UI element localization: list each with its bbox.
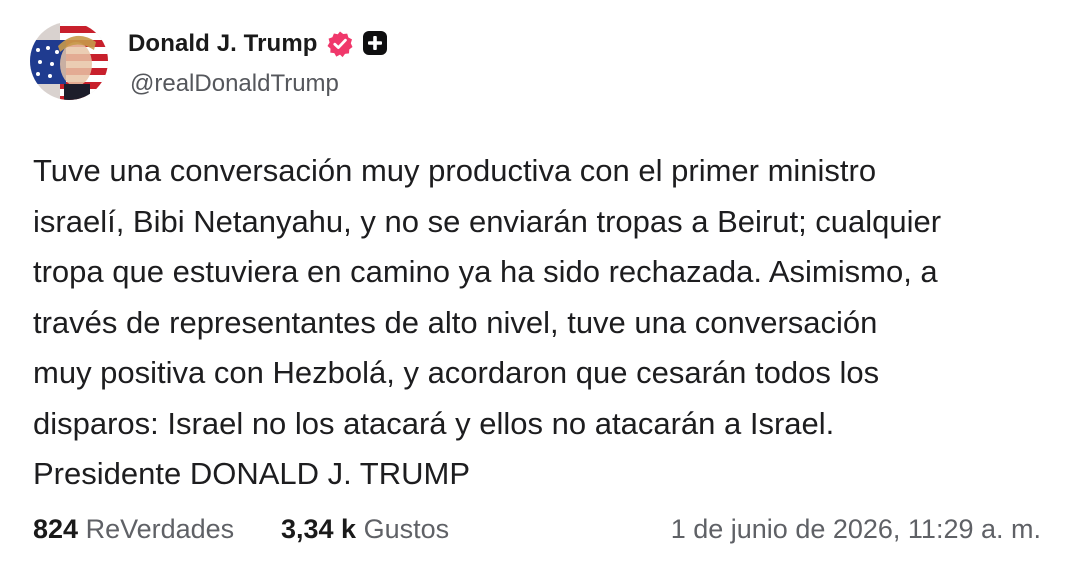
post-footer: 824 ReVerdades 3,34 k Gustos 1 de junio …: [33, 514, 1041, 554]
plus-badge-icon: [362, 30, 390, 58]
post-text: Tuve una conversación muy productiva con…: [33, 153, 942, 491]
verified-badge-icon: [326, 30, 354, 58]
post-header: Donald J. Trump @realDonaldTrump: [30, 22, 630, 102]
retruths-count: 824: [33, 514, 79, 544]
name-row: Donald J. Trump: [128, 28, 390, 60]
avatar[interactable]: [30, 22, 108, 100]
retruths-label: ReVerdades: [85, 514, 235, 544]
avatar-image: [30, 22, 108, 100]
user-handle[interactable]: @realDonaldTrump: [130, 70, 339, 98]
likes-count: 3,34 k: [281, 514, 357, 544]
likes-label: Gustos: [363, 514, 450, 544]
post-card: Donald J. Trump @realDonaldTrump Tuve un…: [0, 0, 1084, 570]
retruths-stat[interactable]: 824 ReVerdades: [33, 514, 234, 545]
display-name[interactable]: Donald J. Trump: [128, 30, 318, 58]
post-timestamp[interactable]: 1 de junio de 2026, 11:29 a. m.: [671, 514, 1041, 545]
likes-stat[interactable]: 3,34 k Gustos: [281, 514, 449, 545]
